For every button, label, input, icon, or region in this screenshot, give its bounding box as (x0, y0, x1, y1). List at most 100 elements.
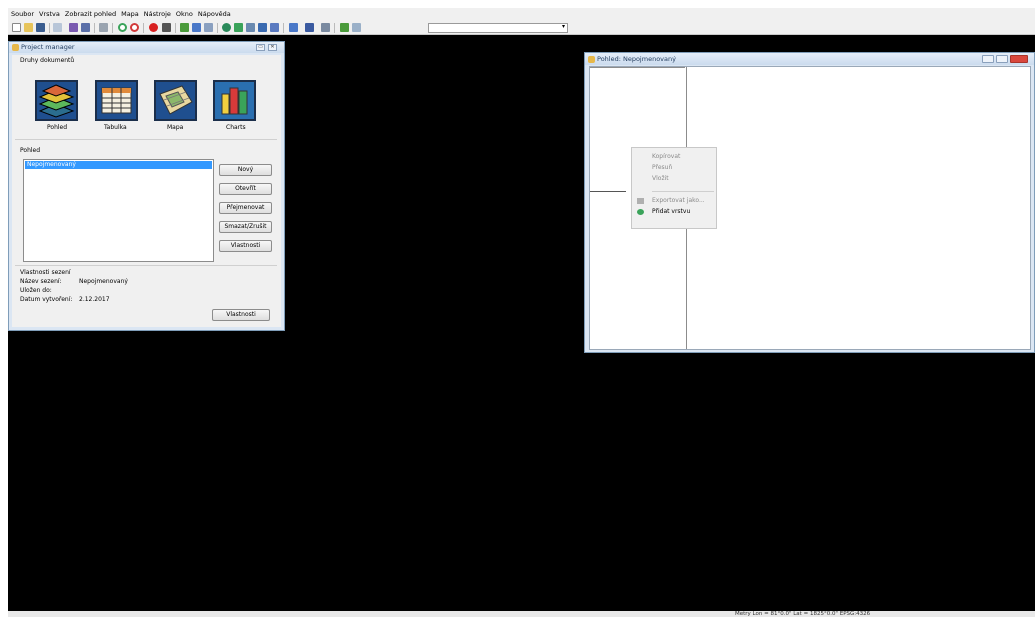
context-move[interactable]: Přesuň (652, 164, 672, 171)
divider (15, 265, 277, 266)
stop-icon[interactable] (149, 23, 158, 32)
grid-icon[interactable] (246, 23, 255, 32)
grid2-icon[interactable] (289, 23, 298, 32)
doc-type-map[interactable] (154, 80, 197, 121)
open-icon[interactable] (24, 23, 33, 32)
toolbar-separator (49, 23, 50, 33)
context-separator (652, 191, 714, 192)
map-canvas[interactable] (687, 67, 1030, 349)
session-section-label: Vlastnosti sezení (20, 269, 71, 276)
session-created-value: 2.12.2017 (79, 296, 110, 303)
view-icon (588, 56, 595, 63)
toolbar-separator (143, 23, 144, 33)
context-menu: Kopírovat Přesuň Vložit Exportovat jako.… (631, 147, 717, 229)
maximize-icon[interactable] (996, 55, 1008, 63)
session-name-value: Nepojmenovaný (79, 278, 128, 285)
menu-map[interactable]: Mapa (121, 8, 139, 21)
session-saved-label: Uložen do: (20, 287, 52, 294)
zoom-in-icon[interactable] (118, 23, 127, 32)
select-icon[interactable] (258, 23, 267, 32)
doc-type-table-label: Tabulka (104, 124, 127, 131)
menu-window[interactable]: Okno (176, 8, 193, 21)
toc-top-border (590, 67, 685, 68)
rename-button[interactable]: Přejmenovat (219, 202, 272, 214)
scale-icon[interactable] (352, 23, 361, 32)
new-doc-icon[interactable] (12, 23, 21, 32)
view-window-title: Pohled: Nepojmenovaný (597, 55, 676, 63)
toolbar: ▾ (8, 21, 1035, 35)
map-icon[interactable] (340, 23, 349, 32)
view-window: Pohled: Nepojmenovaný Kopírovat Přesuň V… (584, 52, 1035, 353)
table-icon[interactable] (192, 23, 201, 32)
menu-layer[interactable]: Vrstva (39, 8, 60, 21)
print-icon[interactable] (69, 23, 78, 32)
divider (15, 139, 277, 140)
close-icon[interactable]: ✕ (268, 44, 277, 51)
layers-icon[interactable] (234, 23, 243, 32)
book-icon[interactable] (270, 23, 279, 32)
session-name-label: Název sezení: (20, 278, 62, 285)
close-icon[interactable] (1010, 55, 1028, 63)
minimize-icon[interactable]: ▭ (256, 44, 265, 51)
menu-view[interactable]: Zobrazit pohled (65, 8, 116, 21)
toolbar-separator (112, 23, 113, 33)
new-button[interactable]: Nový (219, 164, 272, 176)
doc-type-charts[interactable] (213, 80, 256, 121)
db-icon[interactable] (305, 23, 314, 32)
globe-icon[interactable] (222, 23, 231, 32)
link-icon[interactable] (99, 23, 108, 32)
view-window-titlebar[interactable]: Pohled: Nepojmenovaný (585, 53, 1034, 65)
project-manager-window: Project manager ▭ ✕ Druhy dokumentů Pohl… (8, 41, 285, 331)
minimize-icon[interactable] (982, 55, 994, 63)
view-properties-button[interactable]: Vlastnosti (219, 240, 272, 252)
toolbar-separator (334, 23, 335, 33)
doc-types-label: Druhy dokumentů (20, 57, 75, 64)
view-list[interactable]: Nepojmenovaný (23, 159, 214, 262)
doc-type-view-label: Pohled (47, 124, 68, 131)
doc-type-table[interactable] (95, 80, 138, 121)
session-properties-button[interactable]: Vlastnosti (212, 309, 270, 321)
open-button[interactable]: Otevřít (219, 183, 272, 195)
add-layer-icon[interactable] (180, 23, 189, 32)
layers-doc-icon (38, 84, 75, 118)
doc-type-view[interactable] (35, 80, 78, 121)
save-icon[interactable] (36, 23, 45, 32)
doc-type-map-label: Mapa (167, 124, 184, 131)
settings-icon[interactable] (321, 23, 330, 32)
menu-help[interactable]: Nápověda (198, 8, 231, 21)
pan-icon[interactable] (162, 23, 171, 32)
menu-file[interactable]: Soubor (11, 8, 34, 21)
scale-combo[interactable]: ▾ (428, 23, 568, 33)
preview-icon[interactable] (53, 23, 62, 32)
chevron-down-icon[interactable]: ▾ (562, 23, 565, 30)
context-export[interactable]: Exportovat jako... (652, 197, 705, 204)
print2-icon[interactable] (81, 23, 90, 32)
delete-button[interactable]: Smazat/Zrušit (219, 221, 272, 233)
context-add-layer[interactable]: Přidat vrstvu (652, 208, 690, 215)
project-icon (12, 44, 19, 51)
context-paste[interactable]: Vložit (652, 175, 669, 182)
export-icon (637, 198, 644, 204)
status-bar: Metry Lon = 81°0.0" Lat = 1825°0.0" EPSG… (8, 611, 1035, 617)
session-created-label: Datum vytvoření: (20, 296, 73, 303)
toolbar-separator (94, 23, 95, 33)
zoom-out-icon[interactable] (130, 23, 139, 32)
project-manager-titlebar[interactable]: Project manager ▭ ✕ (9, 42, 284, 53)
project-manager-title: Project manager (21, 43, 75, 51)
application-window: Soubor Vrstva Zobrazit pohled Mapa Nástr… (8, 8, 1035, 617)
context-copy[interactable]: Kopírovat (652, 153, 680, 160)
info-icon[interactable] (204, 23, 213, 32)
view-client-area: Kopírovat Přesuň Vložit Exportovat jako.… (589, 66, 1031, 350)
map-doc-icon (159, 85, 193, 115)
toolbar-separator (217, 23, 218, 33)
list-item[interactable]: Nepojmenovaný (25, 161, 212, 169)
menu-bar: Soubor Vrstva Zobrazit pohled Mapa Nástr… (8, 8, 1035, 21)
table-doc-icon (101, 87, 132, 114)
project-manager-body: Druhy dokumentů Pohled Tabulka Mapa Char… (12, 55, 281, 327)
view-section-label: Pohled (20, 147, 41, 154)
toc-divider (590, 191, 626, 192)
status-coordinates: Metry Lon = 81°0.0" Lat = 1825°0.0" EPSG… (735, 611, 871, 617)
toolbar-separator (175, 23, 176, 33)
menu-tools[interactable]: Nástroje (144, 8, 171, 21)
chart-doc-icon (221, 87, 248, 115)
